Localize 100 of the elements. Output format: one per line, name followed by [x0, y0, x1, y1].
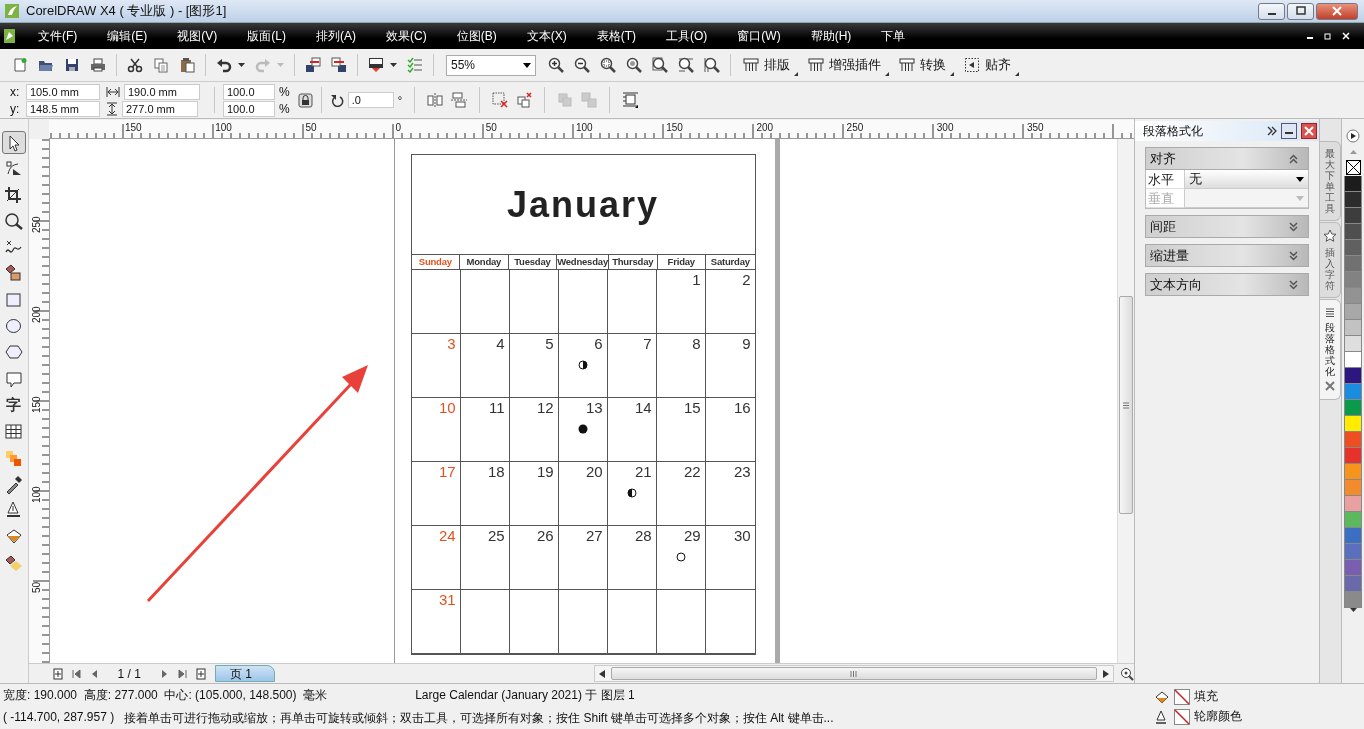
section-header[interactable]: 文本方向: [1144, 273, 1309, 296]
zoom-all-icon[interactable]: [626, 57, 642, 73]
menu-item[interactable]: 编辑(E): [87, 27, 158, 45]
color-swatch[interactable]: [1344, 176, 1363, 192]
section-header[interactable]: 间距: [1144, 215, 1309, 238]
menu-item[interactable]: 位图(B): [436, 27, 507, 45]
docker-tab[interactable]: 最大下单工具: [1319, 141, 1342, 221]
minimize-button[interactable]: [1258, 2, 1285, 20]
color-swatch[interactable]: [1344, 416, 1363, 432]
menu-item[interactable]: 效果(C): [366, 27, 437, 45]
menu-item[interactable]: 排列(A): [296, 27, 366, 45]
undo-icon[interactable]: [216, 57, 232, 73]
toolbar-button[interactable]: 增强插件: [802, 52, 891, 78]
docker-tab[interactable]: 段落格式化: [1319, 299, 1342, 400]
color-swatch[interactable]: [1344, 464, 1363, 480]
color-swatch[interactable]: [1344, 368, 1363, 384]
last-page-icon[interactable]: [177, 668, 187, 679]
page-tab[interactable]: 页 1: [214, 665, 275, 682]
menu-item[interactable]: 版面(L): [227, 27, 296, 45]
menu-item[interactable]: 下单: [861, 27, 916, 45]
first-page-icon[interactable]: [71, 668, 81, 679]
mirror-vertical-icon[interactable]: [451, 92, 468, 108]
zoom-selected-icon[interactable]: [600, 57, 616, 73]
menu-item[interactable]: 文本(X): [506, 27, 577, 45]
color-swatch[interactable]: [1344, 448, 1363, 464]
caret-icon[interactable]: [238, 63, 245, 67]
break-apart-icon[interactable]: [516, 92, 533, 108]
add-page-icon[interactable]: [52, 667, 63, 680]
scroll-left-icon[interactable]: [598, 669, 605, 678]
toolbar-button[interactable]: 贴齐: [958, 52, 1021, 78]
color-swatch[interactable]: [1344, 432, 1363, 448]
monitor-icon[interactable]: [368, 57, 384, 73]
menu-item[interactable]: 窗口(W): [717, 27, 791, 45]
menu-item[interactable]: 文件(F): [18, 27, 88, 45]
export-icon[interactable]: [331, 57, 347, 73]
menu-item[interactable]: 帮助(H): [790, 27, 862, 45]
color-swatch[interactable]: [1344, 336, 1363, 352]
color-swatch[interactable]: [1344, 384, 1363, 400]
no-color-swatch[interactable]: [1345, 160, 1361, 175]
grid-icon[interactable]: [808, 57, 824, 73]
scale-x-field[interactable]: 100.0: [223, 83, 275, 100]
play-icon[interactable]: [1346, 129, 1361, 143]
color-swatch[interactable]: [1344, 544, 1363, 560]
mirror-horizontal-icon[interactable]: [427, 92, 444, 108]
zoom-out-icon[interactable]: [574, 57, 590, 73]
menu-item[interactable]: 工具(O): [646, 27, 718, 45]
save-icon[interactable]: [64, 57, 80, 73]
rotation-field[interactable]: .0: [347, 92, 394, 108]
section-header[interactable]: 缩进量: [1144, 244, 1309, 267]
color-swatch[interactable]: [1344, 576, 1363, 592]
checklist-icon[interactable]: [407, 57, 423, 73]
dropdown[interactable]: 无: [1184, 170, 1308, 189]
color-swatch[interactable]: [1344, 352, 1363, 368]
close-icon[interactable]: [1300, 123, 1317, 139]
scrollbar-thumb[interactable]: [1118, 296, 1133, 514]
zoom-icon[interactable]: [1119, 666, 1134, 681]
restore-icon[interactable]: [1324, 32, 1332, 40]
toolbar-button[interactable]: 排版: [737, 52, 800, 78]
text-wrap-icon[interactable]: [622, 92, 639, 108]
expand-icon[interactable]: [1266, 126, 1277, 136]
color-swatch[interactable]: [1344, 256, 1363, 272]
dotted-frame-icon[interactable]: [964, 57, 980, 73]
color-swatch[interactable]: [1344, 592, 1363, 608]
caret-icon[interactable]: [390, 63, 397, 67]
menu-item[interactable]: 表格(T): [576, 27, 646, 45]
grid-icon[interactable]: [743, 57, 759, 73]
ungroup-icon[interactable]: [492, 92, 509, 108]
next-page-icon[interactable]: [159, 668, 169, 679]
color-swatch[interactable]: [1344, 560, 1363, 576]
copy-icon[interactable]: [153, 57, 169, 73]
color-swatch[interactable]: [1344, 224, 1363, 240]
caret-icon[interactable]: [1295, 176, 1304, 182]
height-field[interactable]: 277.0 mm: [122, 100, 198, 117]
maximize-icon[interactable]: [1295, 6, 1306, 16]
zoom-in-icon[interactable]: [548, 57, 564, 73]
import-icon[interactable]: [305, 57, 321, 73]
lock-icon[interactable]: [297, 92, 313, 108]
toolbar-button[interactable]: 转换: [893, 52, 956, 78]
zoom-level-dropdown[interactable]: 55%: [446, 54, 536, 76]
color-swatch[interactable]: [1344, 288, 1363, 304]
y-position-field[interactable]: 148.5 mm: [26, 100, 100, 117]
color-swatch[interactable]: [1344, 320, 1363, 336]
scroll-right-icon[interactable]: [1102, 669, 1109, 678]
color-swatch[interactable]: [1344, 480, 1363, 496]
color-swatch[interactable]: [1344, 304, 1363, 320]
zoom-height-icon[interactable]: [704, 57, 720, 73]
horizontal-scrollbar[interactable]: [593, 665, 1114, 682]
new-document-icon[interactable]: [12, 57, 28, 73]
color-swatch[interactable]: [1344, 272, 1363, 288]
scrollbar-thumb[interactable]: [610, 667, 1097, 680]
x-position-field[interactable]: 105.0 mm: [26, 83, 100, 100]
add-page-icon[interactable]: [195, 667, 206, 680]
width-field[interactable]: 190.0 mm: [124, 83, 200, 100]
color-swatch[interactable]: [1344, 240, 1363, 256]
docker-tab[interactable]: 插入字符: [1319, 222, 1342, 298]
grid-icon[interactable]: [899, 57, 915, 73]
section-header[interactable]: 对齐: [1144, 147, 1309, 170]
close-button[interactable]: [1316, 2, 1358, 20]
scale-y-field[interactable]: 100.0: [223, 100, 275, 117]
clipboard-icon[interactable]: [179, 57, 195, 73]
